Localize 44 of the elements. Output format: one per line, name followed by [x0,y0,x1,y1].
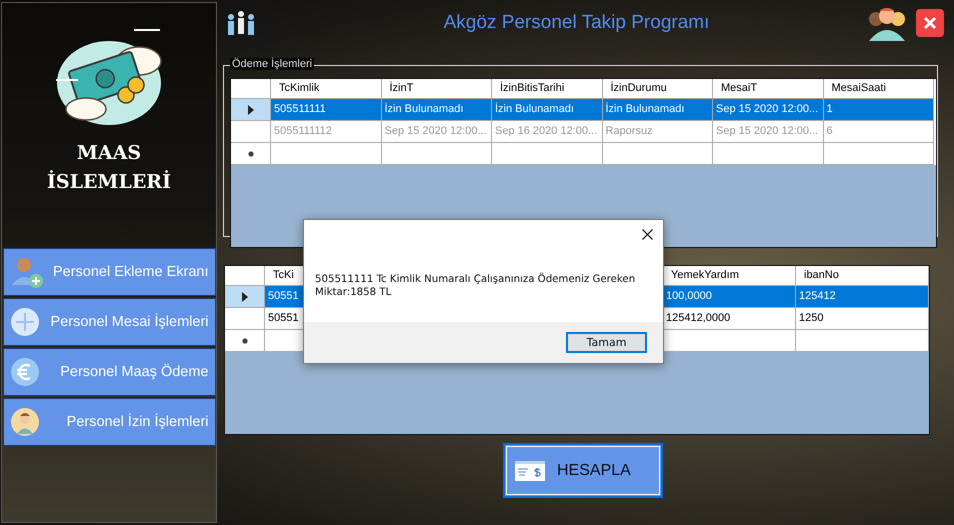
table-cell[interactable]: 1 [824,99,934,121]
calculate-button[interactable]: HESAPLA [503,443,663,498]
table-cell[interactable] [602,143,713,165]
sidebar-menu-button[interactable]: Personel İzin İşlemleri [2,398,216,446]
table-cell[interactable]: 505511111 [271,99,382,121]
sidebar-menu-button[interactable]: Personel Mesai İşlemleri [2,298,216,346]
group-of-people-icon [866,5,908,41]
row-header[interactable] [231,99,271,121]
table-cell[interactable]: İzin Bulunamadı [382,99,492,121]
table-cell[interactable] [271,143,382,165]
row-header[interactable] [225,286,265,308]
person-icon [10,407,40,437]
close-icon[interactable] [642,229,653,240]
table-cell[interactable] [382,143,492,165]
check-icon [515,460,545,480]
ok-button[interactable]: Tamam [566,332,647,353]
sidebar-heading-line: MAAS [76,141,142,166]
close-button[interactable] [916,9,944,37]
people-icon [225,10,257,36]
sidebar-menu-button[interactable]: Personel Maaş Ödeme [2,348,216,396]
table-cell[interactable] [796,330,929,352]
new-row-icon [242,338,248,344]
plus-circle-icon [10,307,40,337]
current-row-icon [248,104,254,114]
table-cell[interactable]: 100,0000 [663,286,796,308]
close-icon [922,15,938,31]
sidebar-heading-line: İSLEMLERİ [46,169,171,195]
table-cell[interactable]: İzin Bulunamadı [602,99,713,121]
sidebar-menu-button[interactable]: Personel Ekleme Ekranı [2,248,216,296]
row-header[interactable] [231,143,271,165]
euro-icon [10,357,40,387]
dialog-message: 505511111 Tc Kimlik Numaralı Çalışanınıza Ödemeniz Gereken Miktar:1858 TL [315,273,636,299]
table-cell[interactable]: 125412 [796,286,929,308]
group-title: Ödeme İşlemleri [230,58,314,70]
user-add-icon [10,255,44,289]
table-cell[interactable]: İzin Bulunamadı [492,99,602,121]
table-cell[interactable] [713,143,824,165]
table-cell[interactable] [824,143,934,165]
window-title: Akgöz Personel Takip Programı [442,12,710,34]
current-row-icon [242,292,248,302]
table-cell[interactable] [492,143,602,165]
row-header[interactable] [225,330,265,352]
new-row-icon [248,150,254,156]
table-cell[interactable]: Sep 15 2020 12:00... [713,99,824,121]
